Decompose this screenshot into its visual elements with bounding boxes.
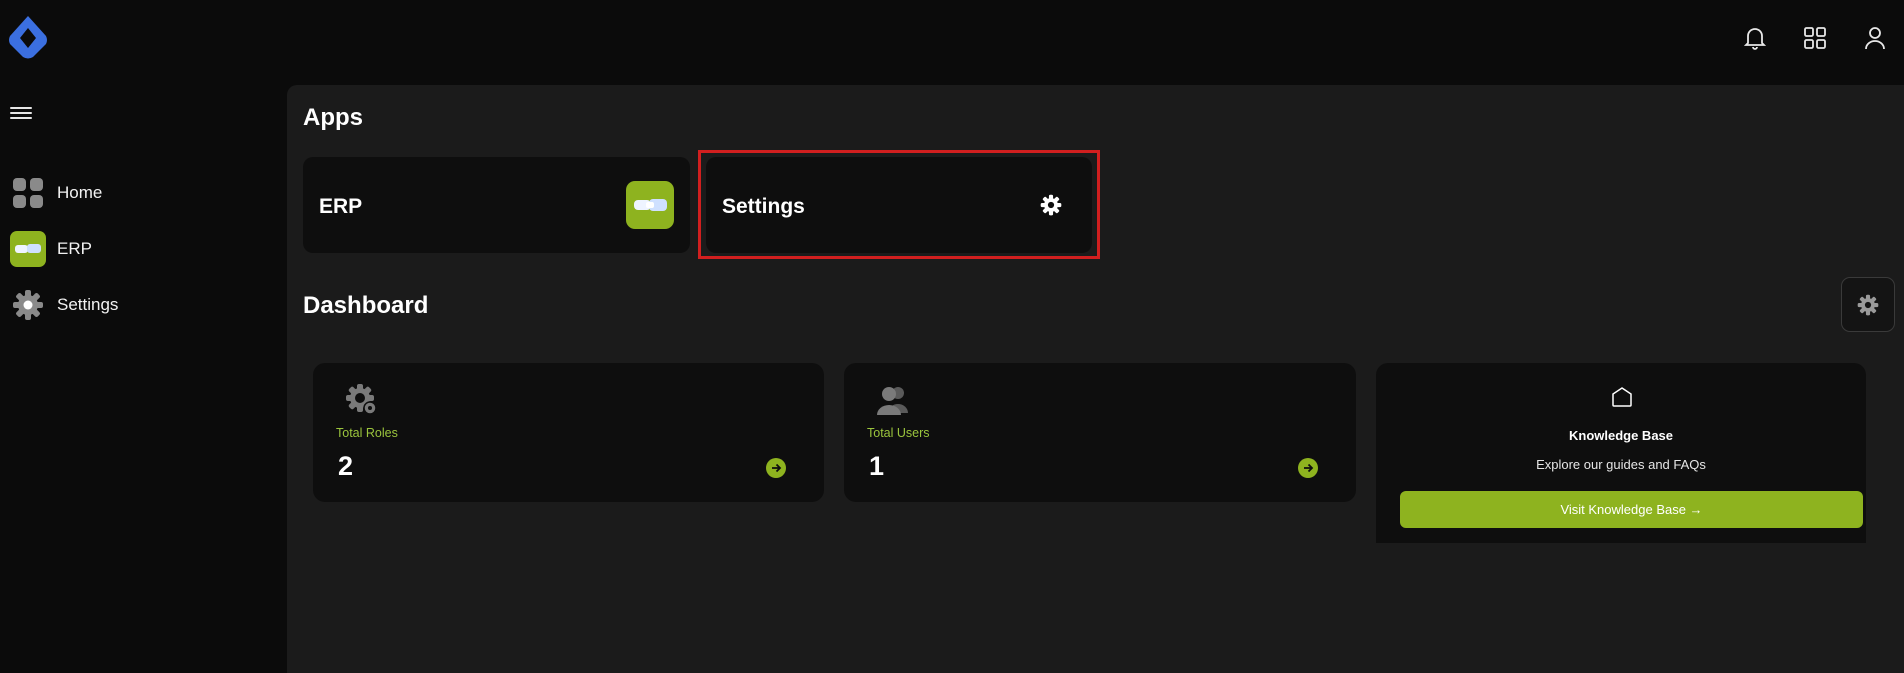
sidebar-item-label: Home (57, 183, 103, 202)
knowledge-base-title: Knowledge Base (1568, 428, 1674, 443)
app-card-name: Settings (722, 195, 805, 218)
stat-card-roles: Total Roles 2 (313, 363, 824, 502)
stat-card-users: Total Users 1 (844, 363, 1356, 502)
brand-logo-icon[interactable] (6, 14, 50, 60)
stat-label: Total Users (867, 426, 930, 440)
visit-knowledge-base-button[interactable]: Visit Knowledge Base → (1400, 491, 1863, 528)
erp-app-icon (10, 231, 46, 267)
knowledge-base-description: Explore our guides and FAQs (1536, 457, 1706, 472)
sidebar-item-home[interactable]: Home (10, 173, 270, 213)
stat-value: 1 (869, 451, 885, 481)
apps-title: Apps (303, 104, 363, 131)
stat-label: Total Roles (336, 426, 398, 440)
bell-icon[interactable] (1741, 24, 1769, 52)
gear-icon (1040, 194, 1062, 216)
apps-grid-icon[interactable] (1801, 24, 1829, 52)
sidebar-item-label: ERP (57, 239, 92, 258)
sidebar-item-label: Settings (57, 295, 119, 314)
home-outline-icon (1611, 386, 1633, 408)
app-card-settings[interactable]: Settings (706, 157, 1092, 253)
arrow-right-icon[interactable] (766, 458, 786, 478)
knowledge-base-card: Knowledge Base Explore our guides and FA… (1376, 363, 1866, 543)
erp-app-icon (626, 181, 674, 229)
app-card-name: ERP (319, 195, 363, 218)
dashboard-title: Dashboard (303, 292, 429, 319)
gear-icon (1857, 294, 1879, 316)
sidebar-item-erp[interactable]: ERP (10, 229, 270, 269)
dashboard-settings-button[interactable] (1841, 277, 1895, 332)
gear-icon (10, 287, 46, 323)
app-card-erp[interactable]: ERP (303, 157, 690, 253)
roles-gear-icon (345, 383, 381, 419)
user-icon[interactable] (1861, 24, 1889, 52)
hamburger-icon[interactable] (10, 104, 32, 122)
users-icon (876, 383, 912, 419)
stat-value: 2 (338, 451, 354, 481)
home-grid-icon (10, 175, 46, 211)
sidebar-item-settings[interactable]: Settings (10, 285, 270, 325)
arrow-right-icon[interactable] (1298, 458, 1318, 478)
